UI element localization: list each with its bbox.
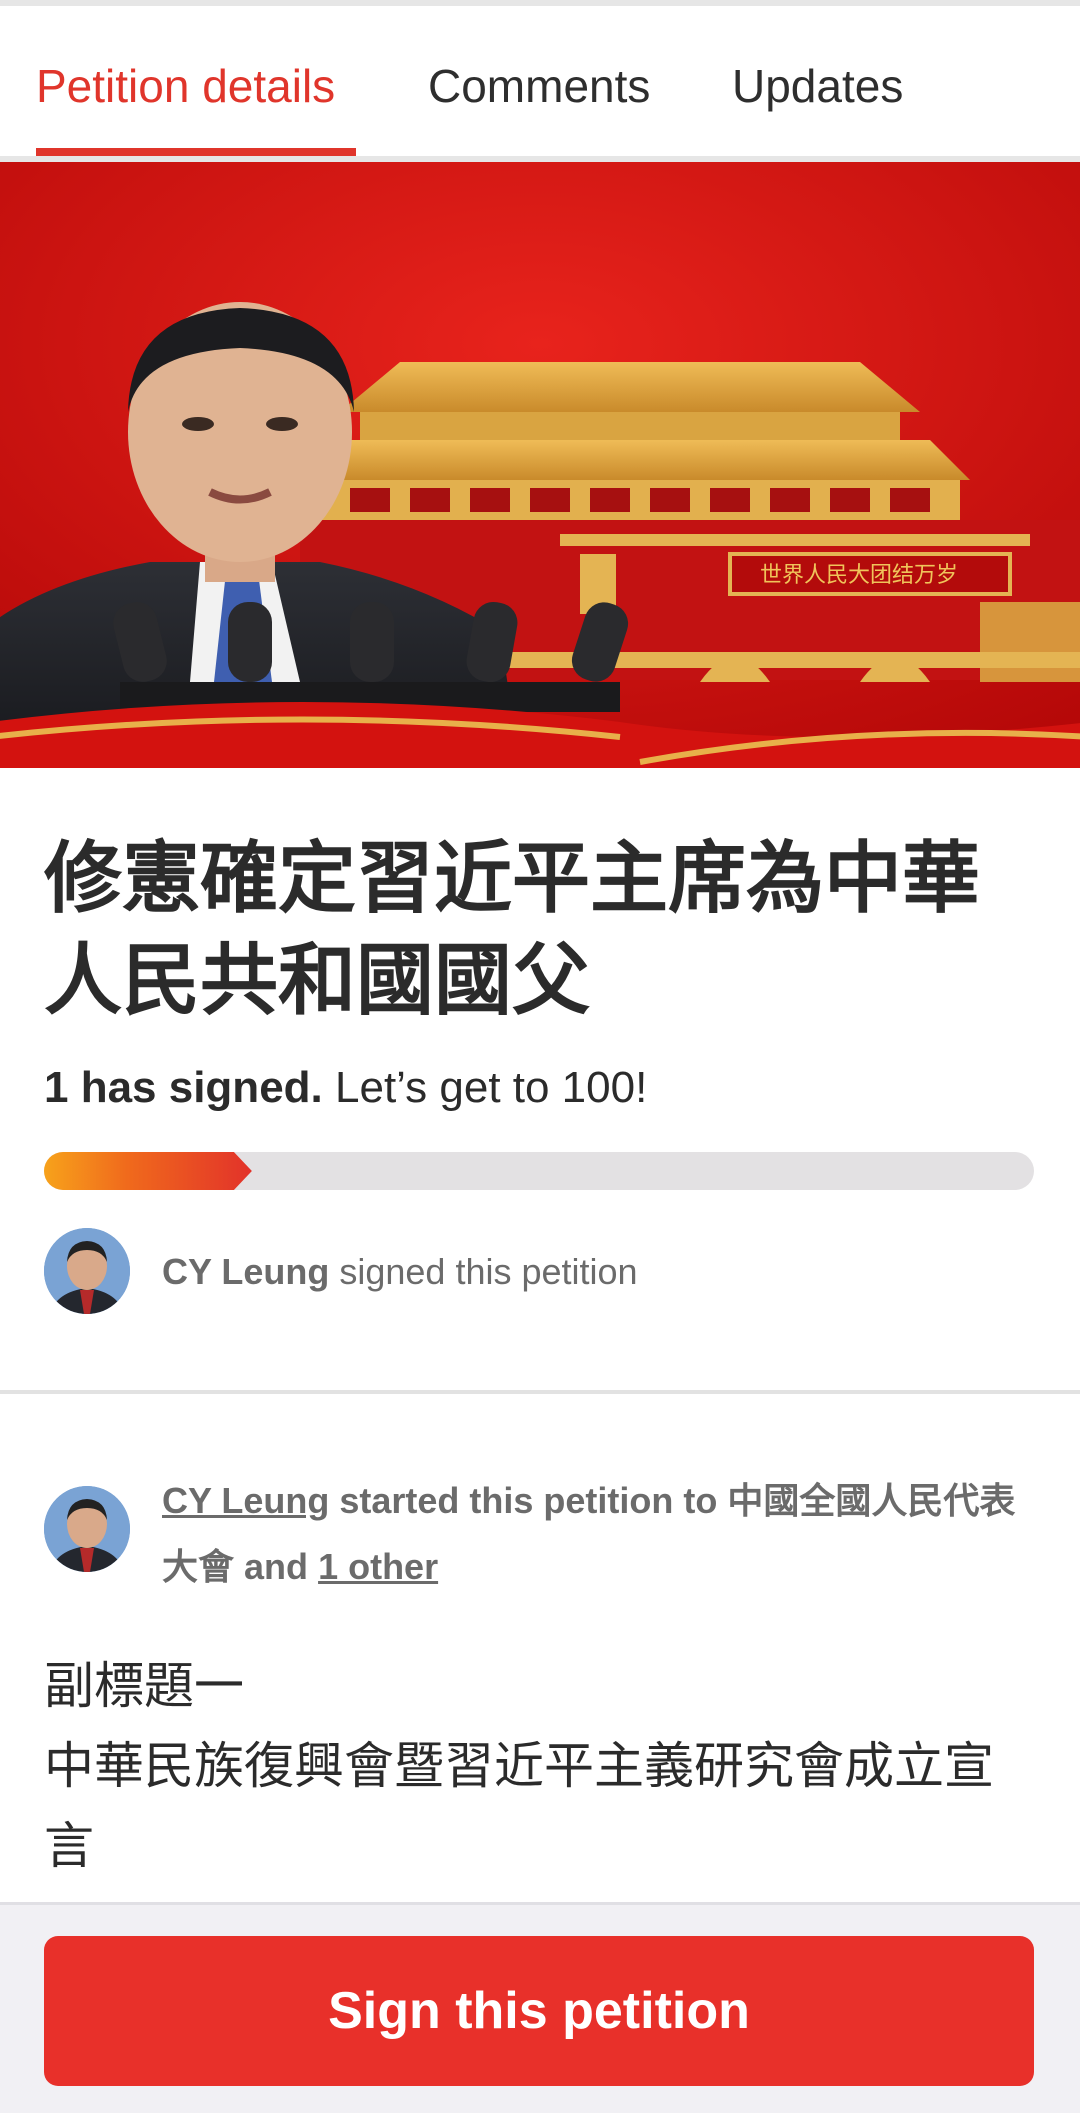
tab-comments[interactable]: Comments	[428, 56, 650, 116]
signature-progress-bar	[44, 1152, 1034, 1190]
hero-banner-text: 世界人民大团结万岁	[760, 563, 958, 588]
recent-signer-action: signed this petition	[339, 1251, 638, 1292]
starter-avatar	[44, 1486, 130, 1572]
petition-hero-image: 世界人民大团结万岁	[0, 162, 1080, 768]
petition-body-line: 中華民族復興會暨習近平主義研究會成立宣言	[44, 1737, 994, 1875]
starter-conjunction: and	[244, 1546, 309, 1587]
tab-bar: Petition details Comments Updates	[0, 6, 1080, 158]
petition-title: 修憲確定習近平主席為中華人民共和國國父	[44, 834, 981, 1026]
petition-body: 副標題一 中華民族復興會暨習近平主義研究會成立宣言	[44, 1646, 1034, 1886]
other-targets-link[interactable]: 1 other	[318, 1546, 438, 1587]
recent-signer: CY Leung signed this petition	[162, 1246, 638, 1298]
signature-count: 1 has signed. Let’s get to 100!	[44, 1058, 647, 1118]
active-tab-indicator	[36, 148, 356, 156]
tab-petition-details[interactable]: Petition details	[36, 56, 335, 116]
signature-progress-fill	[44, 1152, 252, 1190]
recent-signer-name[interactable]: CY Leung	[162, 1251, 329, 1292]
petition-subtitle: 副標題一	[44, 1657, 244, 1715]
sign-petition-button[interactable]: Sign this petition	[44, 1936, 1034, 2086]
starter-name-link[interactable]: CY Leung	[162, 1480, 329, 1521]
tab-updates[interactable]: Updates	[732, 56, 903, 116]
petition-starter: CY Leung started this petition to 中國全國人民…	[162, 1468, 1042, 1600]
hero-illustration: 世界人民大团结万岁	[0, 162, 1080, 768]
petition-page: Petition details Comments Updates 世界人民大团…	[0, 0, 1080, 2113]
signature-goal-text: Let’s get to 100!	[335, 1063, 648, 1112]
signed-count-text: 1 has signed.	[44, 1063, 323, 1112]
starter-action: started this petition to	[339, 1480, 718, 1521]
signer-avatar	[44, 1228, 130, 1314]
section-divider	[0, 1390, 1080, 1394]
